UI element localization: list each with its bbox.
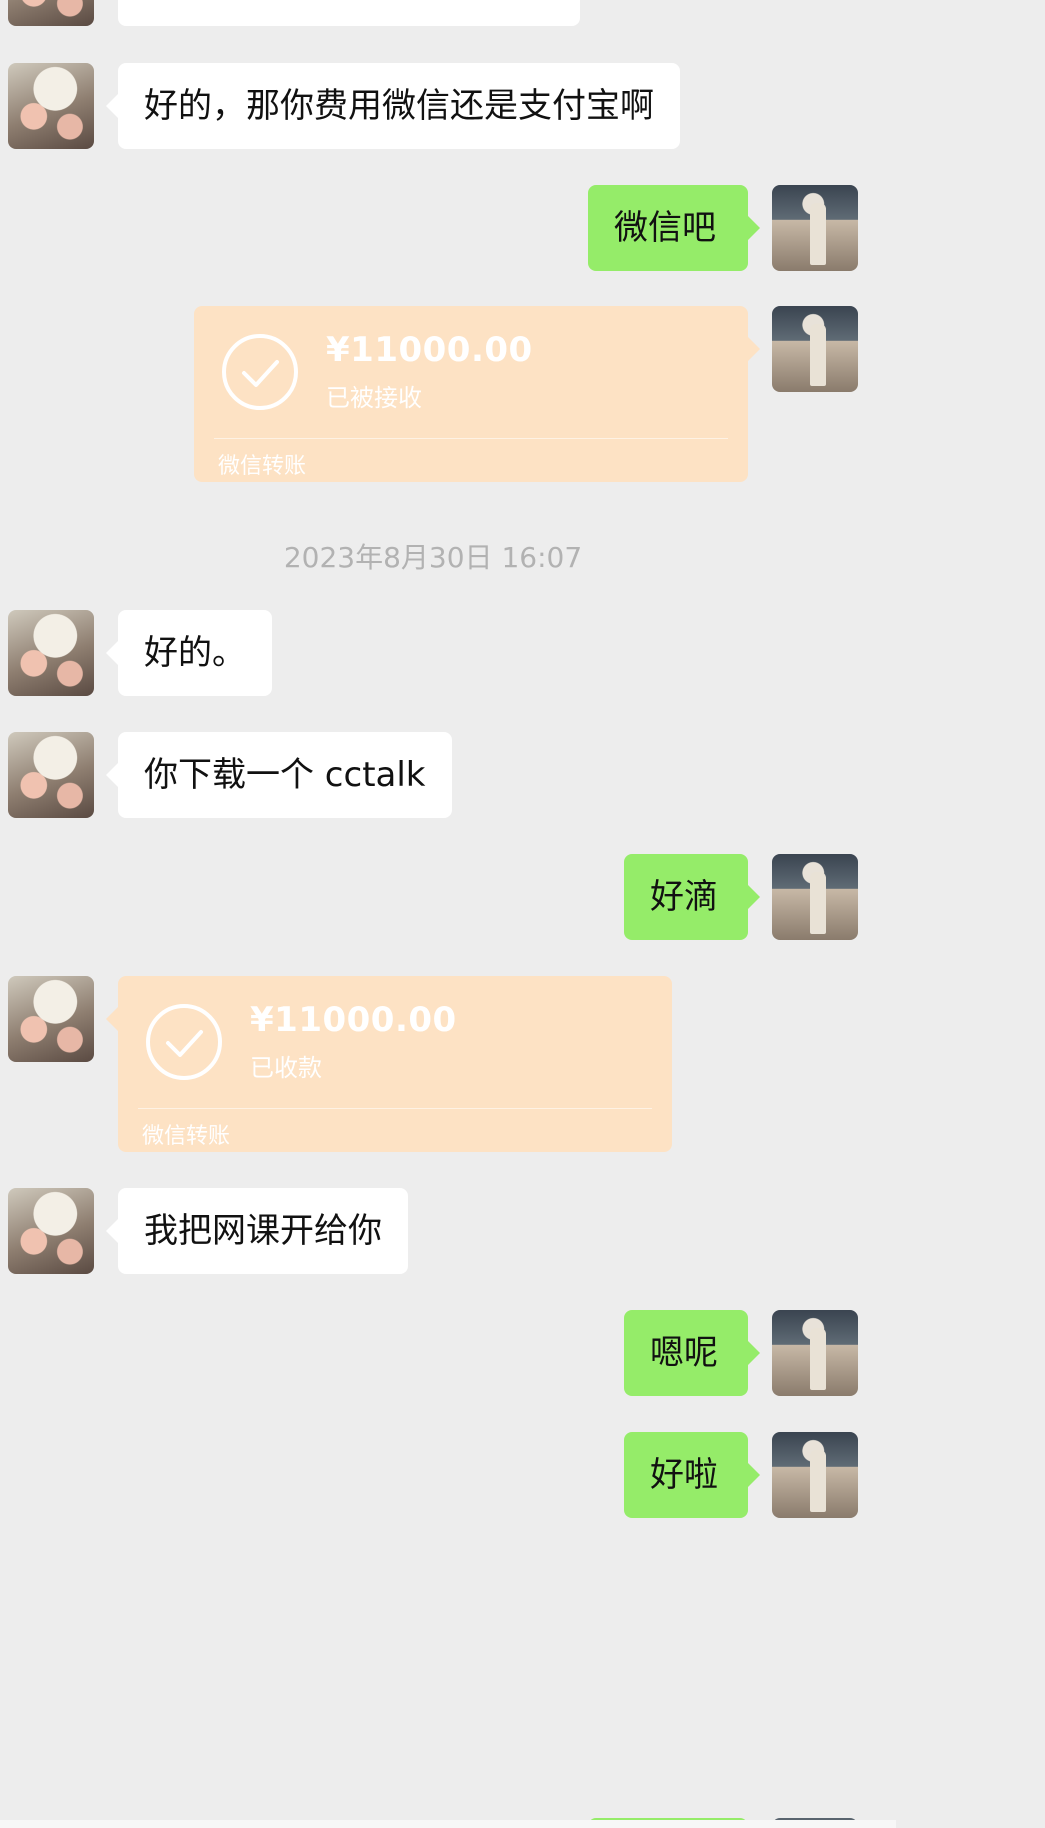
check-circle-icon [222,334,298,410]
message-bubble-incoming[interactable]: 好的。 [106,610,272,696]
transfer-card[interactable]: ¥11000.00 已被接收 微信转账 [194,306,760,482]
contact-avatar[interactable] [8,732,94,818]
contact-avatar[interactable] [8,63,94,149]
message-bubble-incoming[interactable]: 好的，那你费用微信还是支付宝啊 [106,63,680,149]
message-bubble-outgoing[interactable]: 好滴 [624,854,760,940]
message-bubble-outgoing[interactable]: 微信吧 [588,185,760,271]
check-circle-icon [146,1004,222,1080]
contact-avatar[interactable] [8,0,94,26]
message-bubble-outgoing[interactable]: 好啦 [624,1432,760,1518]
transfer-type-label: 微信转账 [142,1124,231,1149]
message-bubble-incoming[interactable]: 你下载一个 cctalk [106,732,452,818]
transfer-amount: ¥11000.00 [250,1000,457,1040]
my-avatar[interactable] [772,1310,858,1396]
transfer-status: 已被接收 [326,384,422,412]
transfer-type-label: 微信转账 [218,454,307,479]
transfer-divider [214,438,728,439]
contact-avatar[interactable] [8,976,94,1062]
my-avatar[interactable] [772,1432,858,1518]
contact-avatar[interactable] [8,610,94,696]
my-avatar[interactable] [772,306,858,392]
transfer-card[interactable]: ¥11000.00 已收款 微信转账 [106,976,672,1152]
my-avatar[interactable] [772,854,858,940]
message-bubble-incoming[interactable] [118,0,580,26]
transfer-divider [138,1108,652,1109]
message-bubble-outgoing[interactable]: 嗯呢 [624,1310,760,1396]
chat-timestamp: 2023年8月30日 16:07 [283,541,583,574]
chat-message-list[interactable]: 好的，那你费用微信还是支付宝啊 微信吧 ¥11000.00 已被接收 微信转账 … [0,0,896,1828]
contact-avatar[interactable] [8,1188,94,1274]
transfer-amount: ¥11000.00 [326,330,533,370]
message-bubble-incoming[interactable]: 我把网课开给你 [106,1188,408,1274]
transfer-status: 已收款 [250,1054,322,1082]
my-avatar[interactable] [772,185,858,271]
bottom-edge [0,1820,896,1828]
